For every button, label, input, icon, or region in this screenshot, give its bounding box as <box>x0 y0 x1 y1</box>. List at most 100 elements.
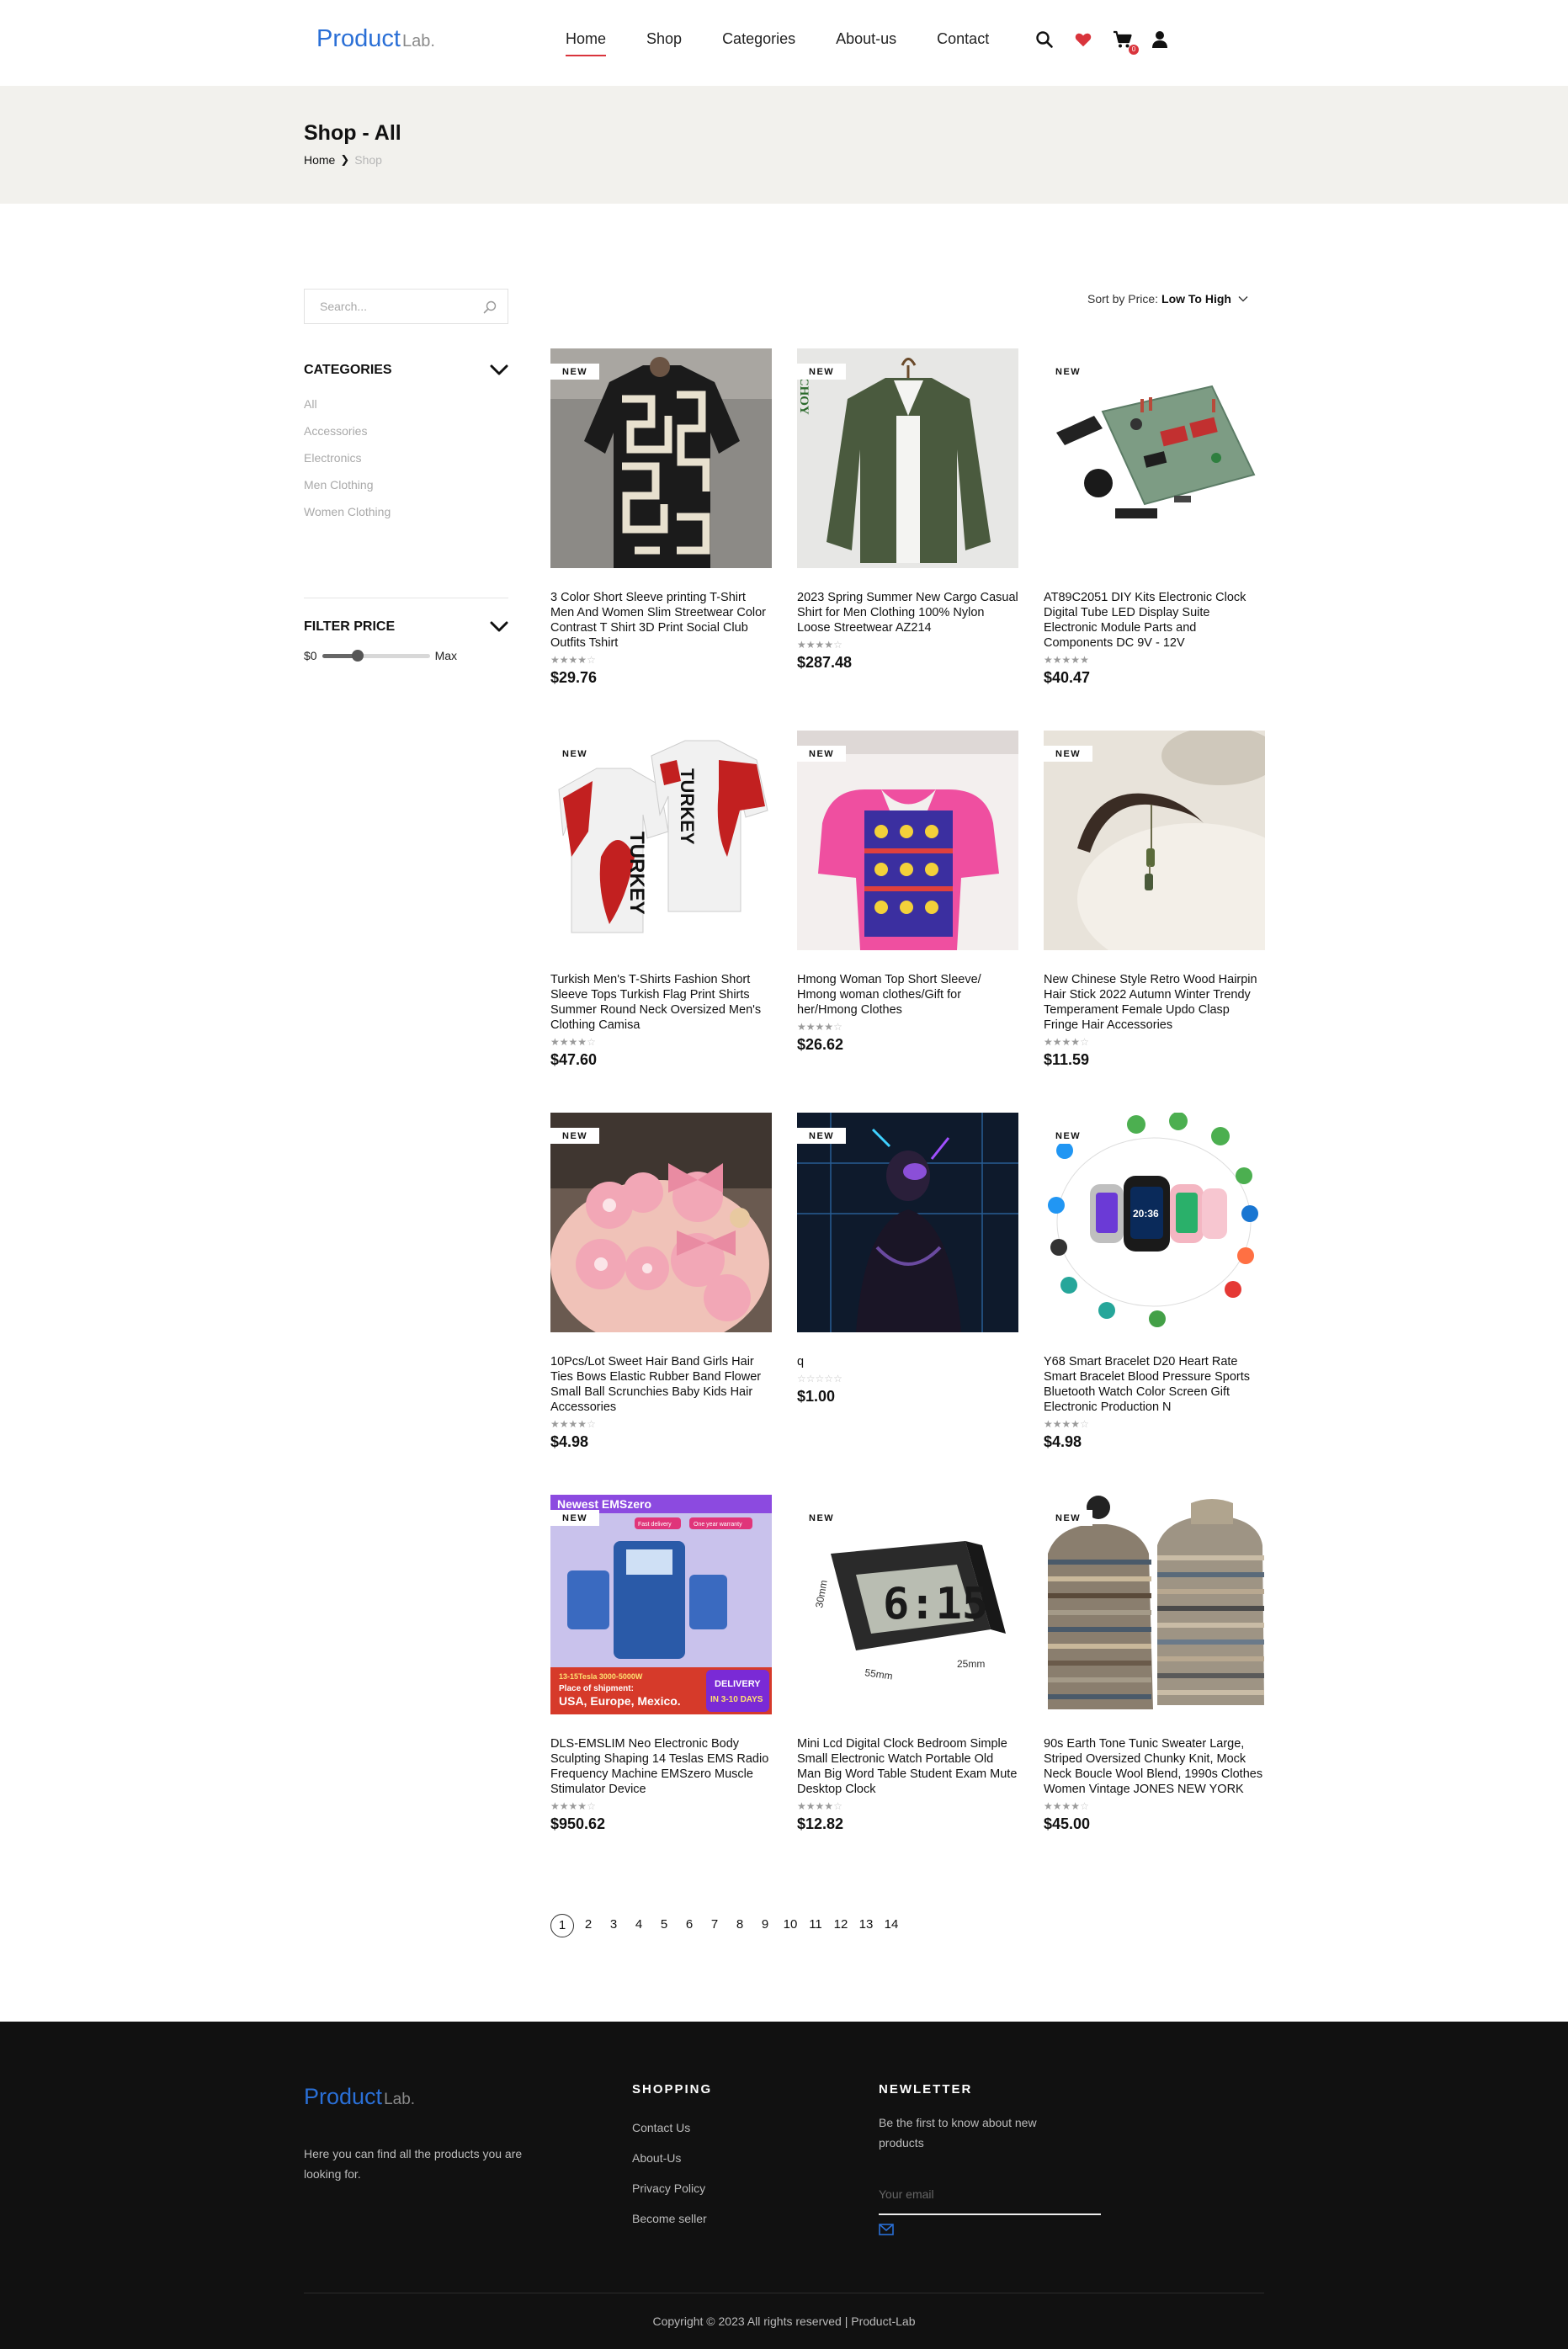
nav-contact[interactable]: Contact <box>937 30 989 48</box>
product-price: $4.98 <box>1044 1433 1082 1450</box>
turkey-text: TURKEY <box>677 768 698 845</box>
product-image[interactable]: B CHOY NEW <box>797 348 1018 568</box>
star-icon: ★ <box>815 1800 825 1812</box>
footer-link-privacy-policy[interactable]: Privacy Policy <box>632 2180 707 2210</box>
chevron-down-icon[interactable] <box>490 621 508 633</box>
product-image[interactable]: NEW <box>1044 348 1265 568</box>
nav-home[interactable]: Home <box>566 30 607 56</box>
page-link[interactable]: 8 <box>727 1913 752 1938</box>
heart-icon[interactable] <box>1074 30 1094 50</box>
product-card[interactable]: 20:36 NEW Y68 Smart Bracelet D20 Heart R… <box>1044 1113 1265 1495</box>
new-badge: NEW <box>797 1510 847 1526</box>
product-image[interactable]: NEW <box>550 348 772 568</box>
product-name[interactable]: Mini Lcd Digital Clock Bedroom Simple Sm… <box>797 1736 1018 1797</box>
page-link[interactable]: 13 <box>853 1913 879 1938</box>
page-link[interactable]: 2 <box>576 1913 601 1938</box>
product-name[interactable]: DLS-EMSLIM Neo Electronic Body Sculpting… <box>550 1736 772 1797</box>
nav-about-us[interactable]: About-us <box>836 30 896 48</box>
product-card[interactable]: NEW New Chinese Style Retro Wood Hairpin… <box>1044 731 1265 1113</box>
category-men-clothing[interactable]: Men Clothing <box>304 476 391 503</box>
price-slider[interactable] <box>322 650 430 662</box>
mail-icon[interactable] <box>879 2224 894 2235</box>
product-card[interactable]: NEW 3 Color Short Sleeve printing T-Shir… <box>550 348 772 731</box>
product-name[interactable]: 10Pcs/Lot Sweet Hair Band Girls Hair Tie… <box>550 1354 772 1415</box>
page-link[interactable]: 12 <box>828 1913 853 1938</box>
nav-shop[interactable]: Shop <box>646 30 682 48</box>
email-field[interactable] <box>879 2178 1072 2210</box>
star-icon: ★ <box>1044 1418 1053 1430</box>
rating-stars: ★★★★☆ <box>797 639 1018 651</box>
product-name[interactable]: 3 Color Short Sleeve printing T-Shirt Me… <box>550 590 772 651</box>
sort-dropdown[interactable]: Sort by Price: Low To High <box>1087 292 1248 306</box>
star-icon: ★ <box>824 1021 834 1033</box>
nav-categories[interactable]: Categories <box>722 30 795 48</box>
category-accessories[interactable]: Accessories <box>304 423 391 449</box>
product-name[interactable]: q <box>797 1354 1018 1369</box>
site-logo[interactable]: Product Lab. <box>316 25 435 53</box>
page-link[interactable]: 3 <box>601 1913 626 1938</box>
new-badge: NEW <box>1044 746 1093 762</box>
page-link[interactable]: 7 <box>702 1913 727 1938</box>
product-card[interactable]: NEW Hmong Woman Top Short Sleeve/ Hmong … <box>797 731 1018 1113</box>
product-image[interactable]: Newest EMSzero Fast delivery One year wa… <box>550 1495 772 1714</box>
product-card[interactable]: NEW 10Pcs/Lot Sweet Hair Band Girls Hair… <box>550 1113 772 1495</box>
product-image[interactable]: NEW <box>797 731 1018 950</box>
slider-handle[interactable] <box>351 650 364 662</box>
footer-link-become-seller[interactable]: Become seller <box>632 2210 707 2240</box>
breadcrumb-home[interactable]: Home <box>304 153 335 167</box>
category-women-clothing[interactable]: Women Clothing <box>304 503 391 530</box>
category-electronics[interactable]: Electronics <box>304 449 391 476</box>
star-icon: ★ <box>559 654 569 666</box>
search-icon[interactable] <box>1035 30 1055 50</box>
footer-logo[interactable]: Product Lab. <box>304 2084 415 2110</box>
user-icon[interactable] <box>1151 30 1172 50</box>
star-icon: ★ <box>568 654 578 666</box>
page-link[interactable]: 14 <box>879 1913 904 1938</box>
product-card[interactable]: NEW q ☆☆☆☆☆ $1.00 <box>797 1113 1018 1495</box>
logo-main: Product <box>316 25 401 52</box>
product-name[interactable]: New Chinese Style Retro Wood Hairpin Hai… <box>1044 972 1265 1033</box>
search-icon[interactable] <box>482 300 497 315</box>
product-card[interactable]: NEW 90s Earth Tone Tunic Sweater Large, … <box>1044 1495 1265 1877</box>
chevron-down-icon[interactable] <box>490 364 508 376</box>
product-name[interactable]: AT89C2051 DIY Kits Electronic Clock Digi… <box>1044 590 1265 651</box>
product-card[interactable]: B CHOY NEW 2023 Spring Summer New Cargo … <box>797 348 1018 731</box>
star-icon: ★ <box>1061 1036 1071 1048</box>
rating-stars: ★★★★☆ <box>797 1800 1018 1812</box>
footer-link-about-us[interactable]: About-Us <box>632 2150 707 2180</box>
product-image[interactable]: TURKEY TURKEY NEW <box>550 731 772 950</box>
product-card[interactable]: Newest EMSzero Fast delivery One year wa… <box>550 1495 772 1877</box>
new-badge: NEW <box>550 364 600 380</box>
new-badge: NEW <box>797 1128 847 1144</box>
product-image[interactable]: 20:36 NEW <box>1044 1113 1265 1332</box>
category-all[interactable]: All <box>304 396 391 423</box>
page-link[interactable]: 9 <box>752 1913 778 1938</box>
rating-stars: ★★★★☆ <box>550 1036 772 1048</box>
product-name[interactable]: Hmong Woman Top Short Sleeve/ Hmong woma… <box>797 972 1018 1018</box>
footer-link-contact-us[interactable]: Contact Us <box>632 2119 707 2150</box>
product-card[interactable]: 6:15 55mm 30mm 25mm NEW Mini Lcd Digital… <box>797 1495 1018 1877</box>
product-name[interactable]: Y68 Smart Bracelet D20 Heart Rate Smart … <box>1044 1354 1265 1415</box>
page-link[interactable]: 11 <box>803 1913 828 1938</box>
product-card[interactable]: NEW AT89C2051 DIY Kits Electronic Clock … <box>1044 348 1265 731</box>
page-link[interactable]: 5 <box>651 1913 677 1938</box>
product-card[interactable]: TURKEY TURKEY NEW Turkish Men's T-Shirts… <box>550 731 772 1113</box>
product-image[interactable]: NEW <box>550 1113 772 1332</box>
search-input[interactable] <box>320 290 488 323</box>
rating-stars: ★★★★☆ <box>550 1418 772 1430</box>
product-price: $4.98 <box>550 1433 589 1450</box>
product-name[interactable]: 2023 Spring Summer New Cargo Casual Shir… <box>797 590 1018 635</box>
product-image[interactable]: NEW <box>1044 1495 1265 1714</box>
product-image[interactable]: NEW <box>1044 731 1265 950</box>
page-link[interactable]: 4 <box>626 1913 651 1938</box>
product-name[interactable]: Turkish Men's T-Shirts Fashion Short Sle… <box>550 972 772 1033</box>
page-link[interactable]: 10 <box>778 1913 803 1938</box>
page-link[interactable]: 1 <box>550 1914 574 1937</box>
product-name[interactable]: 90s Earth Tone Tunic Sweater Large, Stri… <box>1044 1736 1265 1797</box>
product-image[interactable]: NEW <box>797 1113 1018 1332</box>
star-icon: ★ <box>568 1036 578 1048</box>
star-icon: ☆ <box>587 1036 596 1048</box>
product-image[interactable]: 6:15 55mm 30mm 25mm NEW <box>797 1495 1018 1714</box>
cart-icon[interactable]: 0 <box>1113 30 1139 55</box>
page-link[interactable]: 6 <box>677 1913 702 1938</box>
